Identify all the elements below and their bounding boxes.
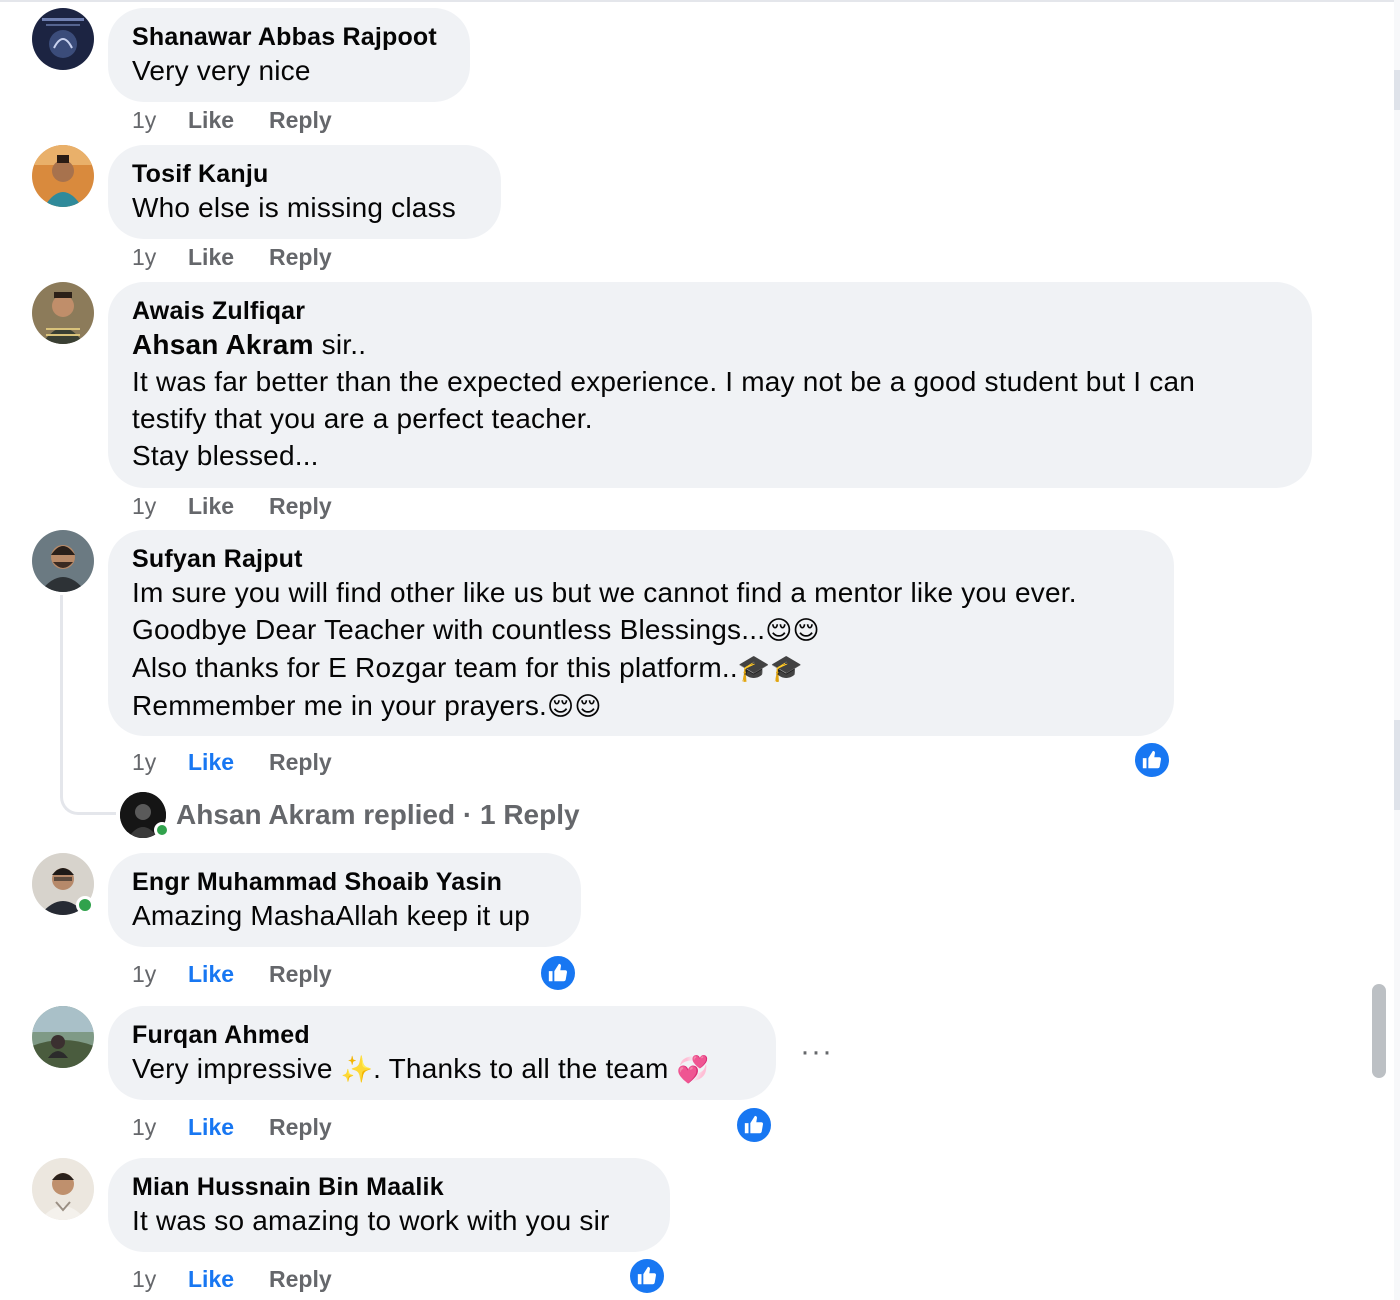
like-icon <box>744 1115 764 1134</box>
comment-text: Also thanks for E Rozgar team for this p… <box>132 649 1150 687</box>
mention-link[interactable]: Ahsan Akram <box>132 329 314 360</box>
comment-text: Ahsan Akram sir.. <box>132 326 1288 363</box>
comment-actions: 1y Like Reply <box>132 1113 332 1141</box>
view-replies-link[interactable]: Ahsan Akram replied · 1 Reply <box>120 792 580 838</box>
comment-actions: 1y Like Reply <box>132 960 332 988</box>
avatar[interactable] <box>32 1158 94 1220</box>
like-button[interactable]: Like <box>188 1265 269 1293</box>
comment-text: Very very nice <box>132 55 311 86</box>
comment-actions: 1y Like Reply <box>132 243 332 271</box>
online-status-indicator <box>76 896 94 914</box>
comment-text: It was far better than the expected expe… <box>132 366 1195 397</box>
comment-line: Goodbye Dear Teacher with countless Bles… <box>132 614 766 645</box>
comment-time[interactable]: 1y <box>132 243 188 271</box>
like-reaction-badge[interactable] <box>628 1257 666 1295</box>
comment-line: Remmember me in your prayers. <box>132 690 548 721</box>
window-edge <box>1394 0 1400 1300</box>
comment-line: Very impressive <box>132 1053 341 1084</box>
reply-action: replied <box>363 799 456 830</box>
reply-count: 1 Reply <box>479 799 580 830</box>
comment-author[interactable]: Shanawar Abbas Rajpoot <box>132 22 446 52</box>
comment-author[interactable]: Tosif Kanju <box>132 159 477 189</box>
comment-bubble: Furqan Ahmed Very impressive ✨. Thanks t… <box>108 1006 776 1100</box>
relieved-face-icon: 😌😌 <box>547 691 602 721</box>
comment-bubble: Awais Zulfiqar Ahsan Akram sir.. It was … <box>108 282 1312 488</box>
top-divider <box>0 0 1400 2</box>
avatar[interactable] <box>32 145 94 207</box>
comment-time[interactable]: 1y <box>132 492 188 520</box>
comment-text: testify that you are a perfect teacher. <box>132 403 593 434</box>
comment-line: Also thanks for E Rozgar team for this p… <box>132 652 738 683</box>
reply-button[interactable]: Reply <box>269 106 332 134</box>
comment-author[interactable]: Engr Muhammad Shoaib Yasin <box>132 867 557 897</box>
comment-line: . Thanks to all the team <box>373 1053 677 1084</box>
comment-author[interactable]: Sufyan Rajput <box>132 544 1150 574</box>
reply-button[interactable]: Reply <box>269 960 332 988</box>
avatar[interactable] <box>32 8 94 70</box>
like-button[interactable]: Like <box>188 492 269 520</box>
comment-author[interactable]: Mian Hussnain Bin Maalik <box>132 1172 646 1202</box>
like-button[interactable]: Like <box>188 243 269 271</box>
reply-button[interactable]: Reply <box>269 748 332 776</box>
more-options-icon[interactable]: ··· <box>800 1037 833 1067</box>
mention-suffix: sir.. <box>313 329 367 360</box>
comment-text: Very impressive ✨. Thanks to all the tea… <box>132 1050 752 1088</box>
sparkles-icon: ✨ <box>340 1054 374 1084</box>
avatar[interactable] <box>32 282 94 344</box>
comment-text: It was so amazing to work with you sir <box>132 1205 610 1236</box>
like-icon <box>548 963 568 982</box>
graduation-cap-icon: 🎓🎓 <box>737 653 803 683</box>
reply-button[interactable]: Reply <box>269 1265 332 1293</box>
reply-button[interactable]: Reply <box>269 1113 332 1141</box>
reply-button[interactable]: Reply <box>269 492 332 520</box>
comment-time[interactable]: 1y <box>132 106 188 134</box>
like-icon <box>637 1266 657 1285</box>
relieved-face-icon: 😌😌 <box>765 615 820 645</box>
like-button[interactable]: Like <box>188 748 269 776</box>
reply-author-name: Ahsan Akram <box>176 799 356 830</box>
comment-text: Goodbye Dear Teacher with countless Bles… <box>132 611 1150 649</box>
scrollbar-thumb[interactable] <box>1372 984 1386 1078</box>
comments-section: Shanawar Abbas Rajpoot Very very nice 1y… <box>0 0 1400 1300</box>
comment-actions: 1y Like Reply <box>132 492 332 520</box>
separator: · <box>462 799 473 830</box>
like-button[interactable]: Like <box>188 960 269 988</box>
comment-actions: 1y Like Reply <box>132 106 332 134</box>
avatar <box>120 792 170 838</box>
comment-bubble: Tosif Kanju Who else is missing class <box>108 145 501 239</box>
comment-text: Stay blessed... <box>132 440 319 471</box>
comment-text: Who else is missing class <box>132 192 456 223</box>
avatar[interactable] <box>32 530 94 592</box>
comment-bubble: Engr Muhammad Shoaib Yasin Amazing Masha… <box>108 853 581 947</box>
like-reaction-badge[interactable] <box>1133 741 1171 779</box>
like-button[interactable]: Like <box>188 106 269 134</box>
comment-author[interactable]: Furqan Ahmed <box>132 1020 752 1050</box>
comment-time[interactable]: 1y <box>132 1113 188 1141</box>
like-reaction-badge[interactable] <box>539 954 577 992</box>
comment-actions: 1y Like Reply <box>132 1265 332 1293</box>
comment-text: Im sure you will find other like us but … <box>132 577 1077 608</box>
comment-text: Amazing MashaAllah keep it up <box>132 900 531 931</box>
avatar[interactable] <box>32 1006 94 1068</box>
comment-author[interactable]: Awais Zulfiqar <box>132 296 1288 326</box>
comment-bubble: Mian Hussnain Bin Maalik It was so amazi… <box>108 1158 670 1252</box>
comment-bubble: Sufyan Rajput Im sure you will find othe… <box>108 530 1174 736</box>
comment-text: Remmember me in your prayers.😌😌 <box>132 687 1150 725</box>
online-status-indicator <box>154 822 170 838</box>
comment-time[interactable]: 1y <box>132 960 188 988</box>
comment-time[interactable]: 1y <box>132 748 188 776</box>
reply-button[interactable]: Reply <box>269 243 332 271</box>
like-button[interactable]: Like <box>188 1113 269 1141</box>
comment-time[interactable]: 1y <box>132 1265 188 1293</box>
comment-actions: 1y Like Reply <box>132 748 332 776</box>
comment-bubble: Shanawar Abbas Rajpoot Very very nice <box>108 8 470 102</box>
like-reaction-badge[interactable] <box>735 1106 773 1144</box>
two-hearts-icon: 💞 <box>676 1054 710 1084</box>
like-icon <box>1142 750 1162 769</box>
